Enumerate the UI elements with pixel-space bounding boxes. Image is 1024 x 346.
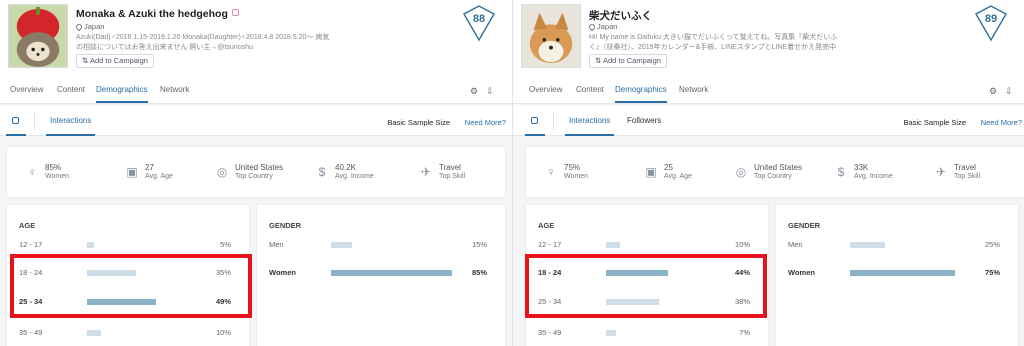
instagram-icon xyxy=(231,9,239,16)
profile-bio: Azuki(Dad)♂2016.1.15-2019.1.20 Monaka(Da… xyxy=(76,34,330,51)
add-to-campaign-button[interactable]: ⇅ Add to Campaign xyxy=(76,54,154,68)
instagram-tab[interactable] xyxy=(6,114,26,136)
gender-row: Men 15% xyxy=(269,240,487,249)
cake-icon: ▣ xyxy=(126,165,138,179)
settings-icon[interactable]: ⚙ xyxy=(989,87,998,96)
profile-location: Japan xyxy=(74,22,104,32)
instagram-icon xyxy=(531,117,538,124)
age-title: AGE xyxy=(538,221,555,230)
age-bar xyxy=(606,242,620,248)
divider xyxy=(34,112,35,130)
demographics-subtabs: Interactions Basic Sample Size Need More… xyxy=(0,106,512,136)
demographics-subtabs: Interactions Followers Basic Sample Size… xyxy=(513,106,1024,136)
gender-row: Men 25% xyxy=(788,240,1000,249)
age-title: AGE xyxy=(19,221,36,230)
age-bar xyxy=(87,242,94,248)
profile-header: 柴犬だいふく Japan Hi! My name is Daifuku 大きい猫… xyxy=(513,0,1024,104)
tab-network[interactable]: Network xyxy=(679,80,708,103)
subtab-interactions[interactable]: Interactions xyxy=(565,114,615,136)
gender-row: Women 85% xyxy=(269,268,487,277)
tab-demographics[interactable]: Demographics xyxy=(615,80,667,103)
profile-bio: Hi! My name is Daifuku 大きい猫でだいふくって覚えてね。写… xyxy=(589,34,838,51)
dollar-icon: $ xyxy=(318,165,326,179)
tab-demographics[interactable]: Demographics xyxy=(96,80,148,103)
need-more-link[interactable]: Need More? xyxy=(981,118,1022,127)
profile-location: Japan xyxy=(587,22,617,32)
age-bar xyxy=(606,330,616,336)
influencer-panel-1: Monaka & Azuki the hedgehog Japan Azuki(… xyxy=(0,0,512,346)
location-pin-icon xyxy=(74,22,84,32)
avatar[interactable] xyxy=(521,4,581,68)
download-icon[interactable]: ⇩ xyxy=(1005,87,1014,96)
age-row: 12 - 17 5% xyxy=(19,240,231,249)
influencer-score-badge: 89 xyxy=(972,4,1010,42)
basic-sample-size: Basic Sample Size xyxy=(387,118,450,127)
subtab-interactions[interactable]: Interactions xyxy=(46,114,96,136)
female-icon: ♀ xyxy=(546,165,556,179)
age-row: 35 - 49 7% xyxy=(538,328,750,337)
highlight-box xyxy=(525,254,767,318)
dollar-icon: $ xyxy=(837,165,845,179)
settings-icon[interactable]: ⚙ xyxy=(470,87,479,96)
tab-overview[interactable]: Overview xyxy=(10,80,43,103)
female-icon: ♀ xyxy=(27,165,37,179)
add-to-campaign-button[interactable]: ⇅ Add to Campaign xyxy=(589,54,667,68)
profile-name: Monaka & Azuki the hedgehog xyxy=(76,8,239,20)
gender-row: Women 75% xyxy=(788,268,1000,277)
age-bar xyxy=(87,330,101,336)
gender-breakdown: GENDER Men 25% Women 75% xyxy=(775,204,1019,346)
highlight-box xyxy=(10,254,252,318)
profile-tabs: Overview Content Demographics Network ⚙ … xyxy=(0,80,512,104)
profile-name: 柴犬だいふく xyxy=(589,10,652,22)
need-more-link[interactable]: Need More? xyxy=(465,118,506,127)
tab-network[interactable]: Network xyxy=(160,80,189,103)
gender-bar xyxy=(331,270,452,276)
stats-summary: ♀ 75% Women ▣ 25 Avg. Age ◎ United State… xyxy=(525,146,1024,198)
influencer-panel-2: 柴犬だいふく Japan Hi! My name is Daifuku 大きい猫… xyxy=(512,0,1024,346)
gender-title: GENDER xyxy=(269,221,302,230)
globe-icon: ◎ xyxy=(735,165,747,179)
basic-sample-size: Basic Sample Size xyxy=(903,118,966,127)
gender-title: GENDER xyxy=(788,221,821,230)
profile-tabs: Overview Content Demographics Network ⚙ … xyxy=(513,80,1024,104)
divider xyxy=(553,112,554,130)
profile-header: Monaka & Azuki the hedgehog Japan Azuki(… xyxy=(0,0,512,104)
avatar[interactable] xyxy=(8,4,68,68)
instagram-icon xyxy=(12,117,19,124)
age-row: 12 - 17 10% xyxy=(538,240,750,249)
plane-icon: ✈ xyxy=(420,165,432,179)
instagram-tab[interactable] xyxy=(525,114,545,136)
gender-breakdown: GENDER Men 15% Women 85% xyxy=(256,204,506,346)
stats-summary: ♀ 85% Women ▣ 27 Avg. Age ◎ United State… xyxy=(6,146,506,198)
gender-bar xyxy=(331,242,353,248)
globe-icon: ◎ xyxy=(216,165,228,179)
plane-icon: ✈ xyxy=(935,165,947,179)
age-row: 35 - 49 10% xyxy=(19,328,231,337)
cake-icon: ▣ xyxy=(645,165,657,179)
gender-bar xyxy=(850,270,955,276)
location-pin-icon xyxy=(587,22,597,32)
subtab-followers[interactable]: Followers xyxy=(627,114,661,136)
download-icon[interactable]: ⇩ xyxy=(486,87,495,96)
influencer-score-badge: 88 xyxy=(460,4,498,42)
gender-bar xyxy=(850,242,885,248)
tab-overview[interactable]: Overview xyxy=(529,80,562,103)
tab-content[interactable]: Content xyxy=(576,80,604,103)
tab-content[interactable]: Content xyxy=(57,80,85,103)
